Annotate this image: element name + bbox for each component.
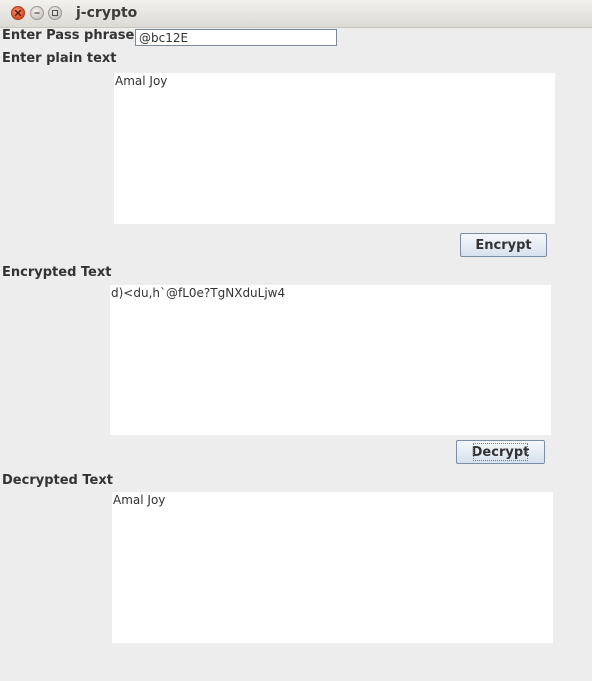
encrypted-text-area[interactable]: d)<du,h`@fL0e?TgNXduLjw4	[110, 285, 551, 435]
encrypted-text-label: Encrypted Text	[2, 265, 112, 280]
passphrase-label: Enter Pass phrase	[2, 28, 135, 43]
window-title: j-crypto	[76, 5, 138, 21]
decrypt-button-label: Decrypt	[471, 444, 530, 460]
minimize-icon[interactable]	[30, 6, 44, 20]
encrypt-button-label: Encrypt	[475, 237, 532, 253]
plain-text-label: Enter plain text	[2, 51, 117, 66]
passphrase-field[interactable]: @bc12E	[135, 29, 337, 46]
decrypt-button[interactable]: Decrypt	[456, 440, 545, 464]
decrypted-text-area[interactable]: Amal Joy	[112, 492, 553, 643]
close-icon[interactable]	[11, 6, 25, 20]
title-bar: j-crypto	[0, 0, 592, 28]
decrypted-text-label: Decrypted Text	[2, 473, 113, 488]
encrypt-button[interactable]: Encrypt	[460, 233, 547, 257]
plain-text-area[interactable]: Amal Joy	[114, 73, 555, 224]
maximize-icon[interactable]	[48, 6, 62, 20]
